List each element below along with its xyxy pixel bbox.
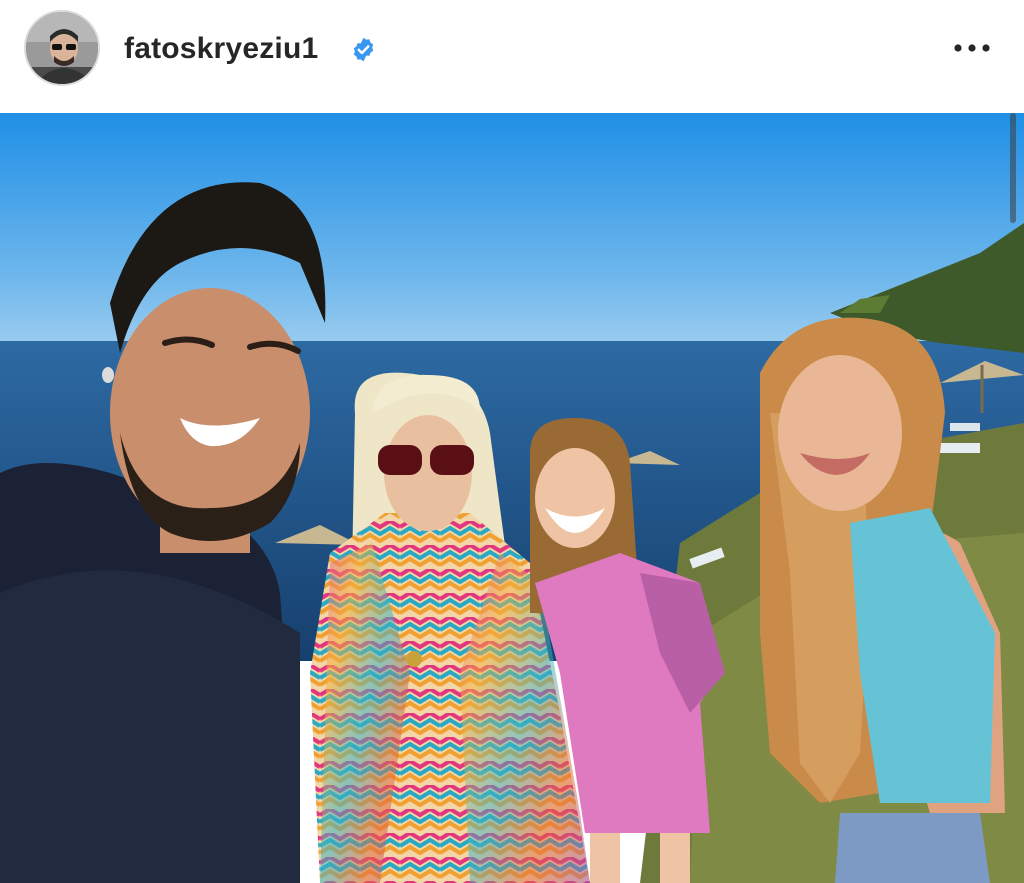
- scrollbar[interactable]: [1010, 113, 1016, 223]
- profile-avatar[interactable]: [24, 10, 100, 86]
- beach-selfie-image: [0, 113, 1024, 883]
- post-photo[interactable]: [0, 113, 1024, 883]
- post-header: fatoskryeziu1: [0, 0, 1024, 112]
- verified-badge-icon: [353, 37, 374, 62]
- avatar-photo: [26, 12, 98, 84]
- more-options-icon[interactable]: [950, 34, 994, 62]
- post-username[interactable]: fatoskryeziu1: [124, 32, 318, 66]
- instagram-post: fatoskryeziu1: [0, 0, 1024, 883]
